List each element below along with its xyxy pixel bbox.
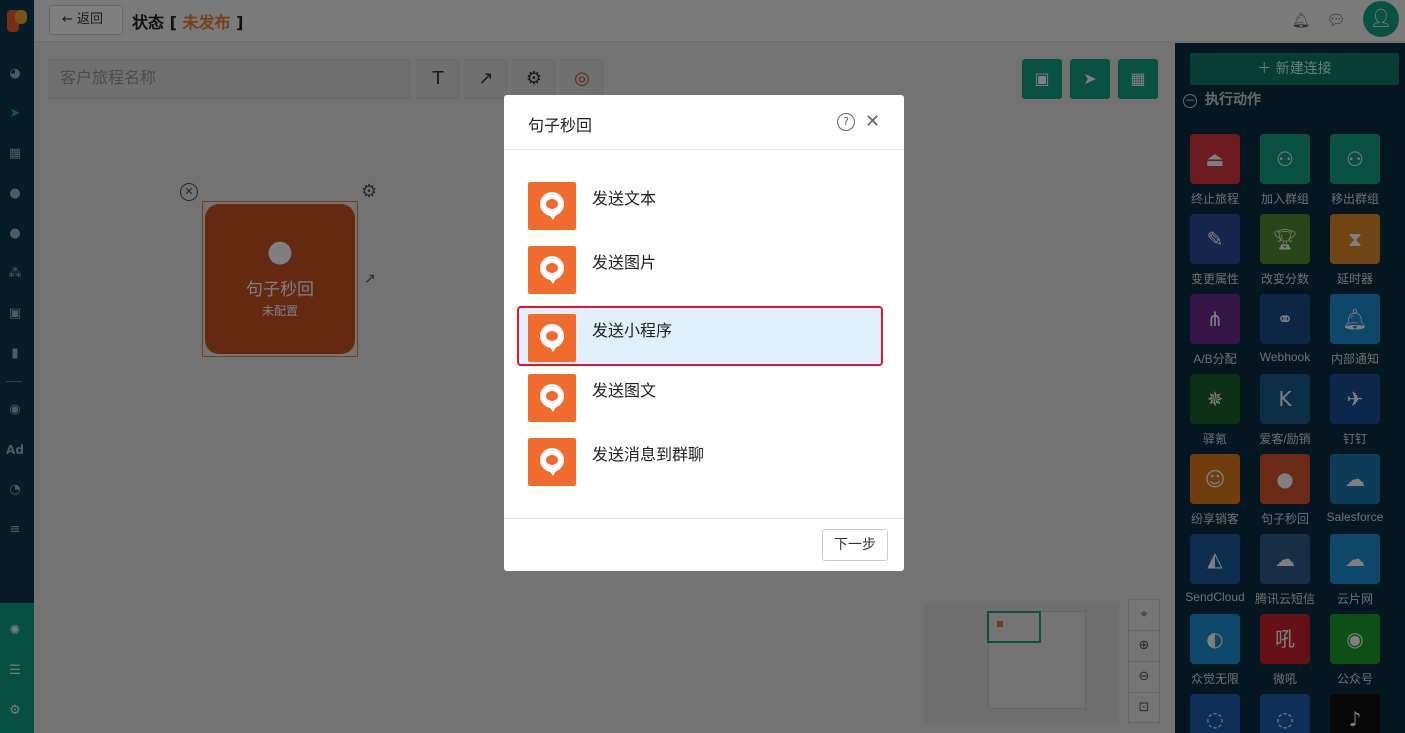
option-item[interactable]: 发送消息到群聊	[528, 438, 880, 486]
option-item[interactable]: 发送小程序	[517, 306, 883, 366]
chat-bubble-icon	[528, 246, 576, 294]
option-label: 发送文本	[592, 189, 657, 208]
option-item[interactable]: 发送图文	[528, 374, 880, 422]
chat-bubble-icon	[528, 374, 576, 422]
action-type-dialog: 句子秒回 ? ✕ 发送文本发送图片发送小程序发送图文发送消息到群聊 下一步	[504, 95, 904, 571]
option-item[interactable]: 发送图片	[528, 246, 880, 294]
dialog-footer: 下一步	[504, 518, 904, 571]
option-item[interactable]: 发送文本	[528, 182, 880, 230]
option-label: 发送图文	[592, 381, 657, 400]
next-button[interactable]: 下一步	[822, 529, 888, 561]
chat-bubble-icon	[528, 438, 576, 486]
chat-bubble-icon	[528, 182, 576, 230]
option-label: 发送图片	[592, 253, 657, 272]
chat-bubble-icon	[528, 314, 576, 362]
dialog-header: 句子秒回 ? ✕	[504, 95, 904, 150]
close-icon[interactable]: ✕	[865, 111, 880, 132]
help-icon[interactable]: ?	[837, 113, 855, 131]
option-label: 发送小程序	[592, 321, 673, 340]
dialog-title: 句子秒回	[528, 116, 593, 135]
option-label: 发送消息到群聊	[592, 445, 705, 464]
